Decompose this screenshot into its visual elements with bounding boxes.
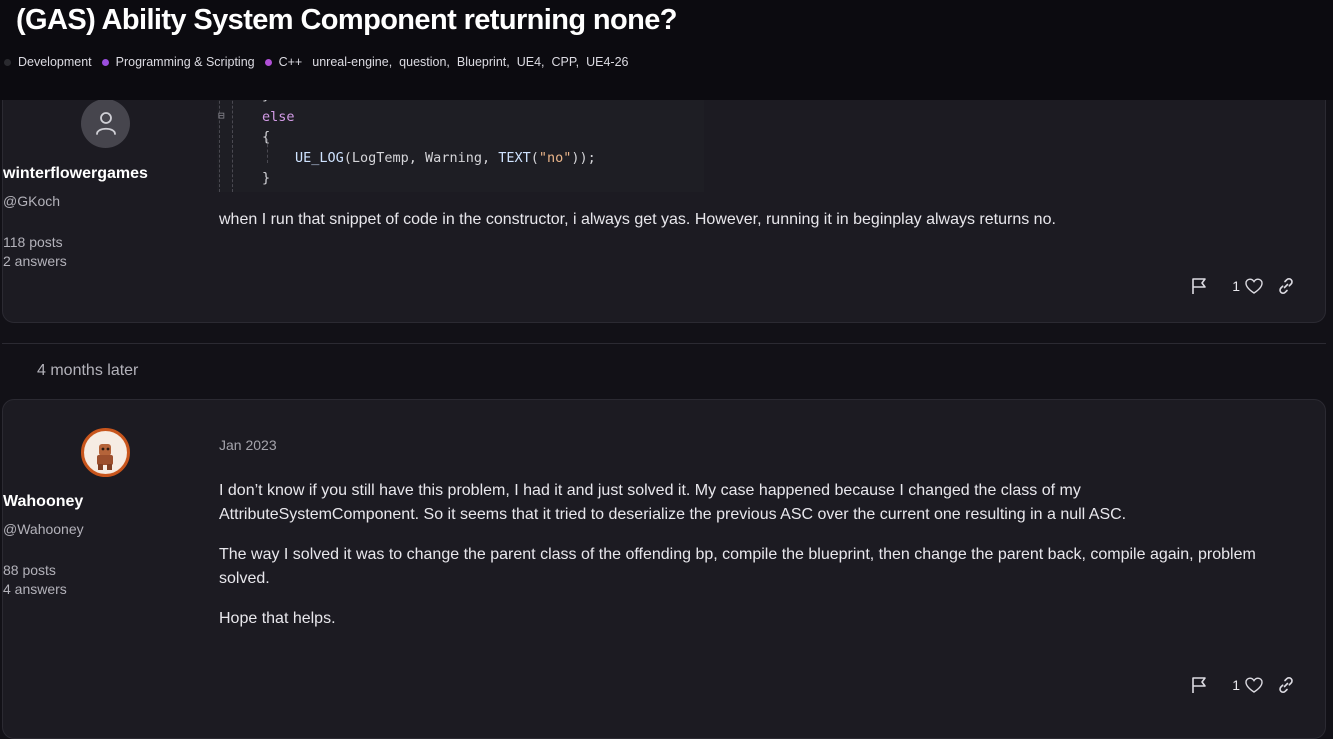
link-icon[interactable] xyxy=(1277,676,1295,694)
code-line: else xyxy=(262,109,295,125)
author-handle: @GKoch xyxy=(3,193,61,209)
category-row: Development Programming & Scripting C++ … xyxy=(4,54,630,70)
link-icon[interactable] xyxy=(1277,277,1295,295)
author-posts-count: 118 posts xyxy=(3,234,63,250)
like-count: 1 xyxy=(1232,677,1240,693)
flag-icon[interactable] xyxy=(1190,676,1208,694)
page-title[interactable]: (GAS) Ability System Component returning… xyxy=(16,4,678,37)
avatar[interactable] xyxy=(81,428,130,477)
category-dot xyxy=(264,58,272,66)
post-actions: 1 xyxy=(1190,277,1295,295)
code-fold-marker[interactable]: ⊟ xyxy=(218,109,225,122)
code-line: } xyxy=(262,170,271,186)
time-gap-label: 4 months later xyxy=(37,362,139,379)
code-token: )); xyxy=(571,150,596,166)
topic-header: (GAS) Ability System Component returning… xyxy=(0,0,1333,100)
code-token: ( xyxy=(530,150,539,166)
category-badge[interactable]: C++ xyxy=(264,55,303,69)
avatar-image xyxy=(84,431,127,474)
code-line: { xyxy=(262,129,271,145)
post-body: when I run that snippet of code in the c… xyxy=(219,211,1056,228)
category-label: Development xyxy=(18,55,92,69)
category-dot xyxy=(101,58,109,66)
tag[interactable]: UE4, xyxy=(517,55,545,69)
category-badge[interactable]: Programming & Scripting xyxy=(101,55,255,69)
like-count: 1 xyxy=(1232,278,1240,294)
author-name[interactable]: winterflowergames xyxy=(3,165,209,183)
flag-icon[interactable] xyxy=(1190,277,1208,295)
post-card: Wahooney @Wahooney 88 posts 4 answers Ja… xyxy=(2,399,1326,739)
code-token: (LogTemp, Warning, xyxy=(343,150,499,166)
author-posts-count: 88 posts xyxy=(3,562,56,578)
code-token: "no" xyxy=(538,150,572,166)
author-handle: @Wahooney xyxy=(3,521,84,537)
tag[interactable]: Blueprint, xyxy=(457,55,510,69)
post-paragraph: Hope that helps. xyxy=(219,610,336,627)
code-line: UE_LOG(LogTemp, Warning, TEXT("no")); xyxy=(295,150,596,166)
post-actions: 1 xyxy=(1190,676,1295,694)
author-answers-count: 4 answers xyxy=(3,581,67,597)
tag[interactable]: question, xyxy=(399,55,450,69)
divider xyxy=(2,343,1326,344)
category-label: C++ xyxy=(278,55,303,69)
tag[interactable]: CPP, xyxy=(552,55,580,69)
user-icon xyxy=(96,112,116,135)
heart-icon[interactable] xyxy=(1245,277,1263,295)
category-label: Programming & Scripting xyxy=(115,55,255,69)
code-token: UE_LOG xyxy=(295,150,344,166)
post-paragraph: I don’t know if you still have this prob… xyxy=(219,482,1127,523)
heart-icon[interactable] xyxy=(1245,676,1263,694)
tag[interactable]: unreal-engine, xyxy=(312,55,392,69)
post-date[interactable]: Jan 2023 xyxy=(219,437,277,453)
code-indent-guide xyxy=(219,86,220,192)
author-name[interactable]: Wahooney xyxy=(3,493,209,511)
code-token: TEXT xyxy=(498,150,531,166)
category-dot xyxy=(4,58,11,66)
tag-list: unreal-engine, question, Blueprint, UE4,… xyxy=(312,55,630,69)
post-paragraph: The way I solved it was to change the pa… xyxy=(219,546,1256,587)
avatar[interactable] xyxy=(81,99,130,148)
category-badge[interactable]: Development xyxy=(4,55,92,69)
author-answers-count: 2 answers xyxy=(3,253,67,269)
code-indent-guide xyxy=(232,86,233,192)
tag[interactable]: UE4-26 xyxy=(586,55,628,69)
